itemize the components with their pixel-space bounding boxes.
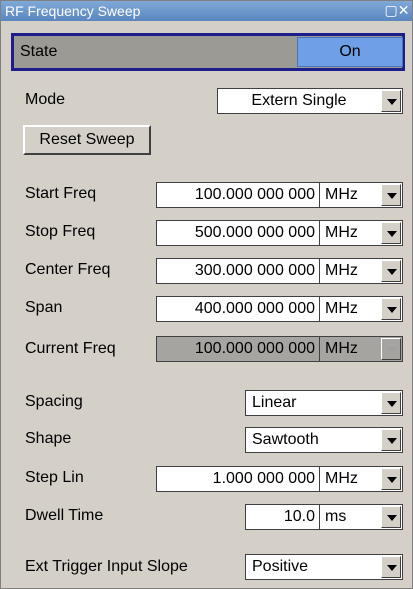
reset-sweep-button[interactable]: Reset Sweep bbox=[23, 125, 151, 155]
center-freq-unit: MHz bbox=[325, 262, 358, 279]
mode-select[interactable]: Extern Single bbox=[217, 88, 403, 114]
start-freq-unit-select[interactable]: MHz bbox=[319, 182, 403, 208]
ext-trigger-label: Ext Trigger Input Slope bbox=[25, 558, 188, 575]
center-freq-unit-select[interactable]: MHz bbox=[319, 258, 403, 284]
chevron-down-icon[interactable] bbox=[381, 468, 401, 490]
dwell-time-input[interactable]: 10.0 bbox=[245, 504, 320, 530]
ext-trigger-slope-select[interactable]: Positive bbox=[245, 554, 403, 580]
state-label: State bbox=[20, 43, 58, 60]
dwell-time-unit: ms bbox=[325, 508, 347, 525]
spacing-value: Linear bbox=[252, 394, 297, 411]
span-input[interactable]: 400.000 000 000 bbox=[156, 296, 320, 322]
stop-freq-unit: MHz bbox=[325, 224, 358, 241]
step-lin-input[interactable]: 1.000 000 000 bbox=[156, 466, 320, 492]
close-icon[interactable]: ▢✕ bbox=[384, 3, 410, 18]
chevron-down-icon[interactable] bbox=[381, 429, 401, 451]
chevron-down-icon[interactable] bbox=[381, 298, 401, 320]
current-freq-readout: 100.000 000 000 bbox=[156, 336, 320, 362]
start-freq-label: Start Freq bbox=[25, 185, 97, 202]
span-unit-select[interactable]: MHz bbox=[319, 296, 403, 322]
title-bar: RF Frequency Sweep ▢✕ bbox=[1, 1, 412, 21]
span-unit: MHz bbox=[325, 300, 358, 317]
mode-label: Mode bbox=[25, 91, 66, 108]
chevron-down-icon[interactable] bbox=[381, 90, 401, 112]
span-label: Span bbox=[25, 299, 63, 316]
dwell-time-label: Dwell Time bbox=[25, 507, 104, 524]
chevron-down-icon[interactable] bbox=[381, 506, 401, 528]
step-lin-unit-select[interactable]: MHz bbox=[319, 466, 403, 492]
shape-label: Shape bbox=[25, 430, 72, 447]
stop-freq-input[interactable]: 500.000 000 000 bbox=[156, 220, 320, 246]
dwell-time-unit-select[interactable]: ms bbox=[319, 504, 403, 530]
window-title: RF Frequency Sweep bbox=[5, 3, 141, 19]
chevron-down-icon bbox=[381, 338, 401, 360]
shape-value: Sawtooth bbox=[252, 431, 319, 448]
center-freq-label: Center Freq bbox=[25, 261, 111, 278]
stop-freq-unit-select[interactable]: MHz bbox=[319, 220, 403, 246]
state-toggle-button[interactable]: On bbox=[297, 37, 403, 67]
shape-select[interactable]: Sawtooth bbox=[245, 427, 403, 453]
chevron-down-icon[interactable] bbox=[381, 260, 401, 282]
chevron-down-icon[interactable] bbox=[381, 184, 401, 206]
current-freq-label: Current Freq bbox=[25, 340, 116, 357]
chevron-down-icon[interactable] bbox=[381, 392, 401, 414]
current-freq-unit-select: MHz bbox=[319, 336, 403, 362]
mode-value: Extern Single bbox=[251, 92, 347, 109]
state-row: State On bbox=[11, 33, 405, 71]
ext-trigger-value: Positive bbox=[252, 558, 309, 575]
step-lin-unit: MHz bbox=[325, 470, 358, 487]
center-freq-input[interactable]: 300.000 000 000 bbox=[156, 258, 320, 284]
current-freq-unit: MHz bbox=[325, 340, 358, 357]
start-freq-unit: MHz bbox=[325, 186, 358, 203]
chevron-down-icon[interactable] bbox=[381, 556, 401, 578]
step-lin-label: Step Lin bbox=[25, 469, 84, 486]
stop-freq-label: Stop Freq bbox=[25, 223, 96, 240]
spacing-select[interactable]: Linear bbox=[245, 390, 403, 416]
spacing-label: Spacing bbox=[25, 393, 83, 410]
start-freq-input[interactable]: 100.000 000 000 bbox=[156, 182, 320, 208]
rf-frequency-sweep-dialog: RF Frequency Sweep ▢✕ State On Mode Exte… bbox=[0, 0, 413, 589]
chevron-down-icon[interactable] bbox=[381, 222, 401, 244]
